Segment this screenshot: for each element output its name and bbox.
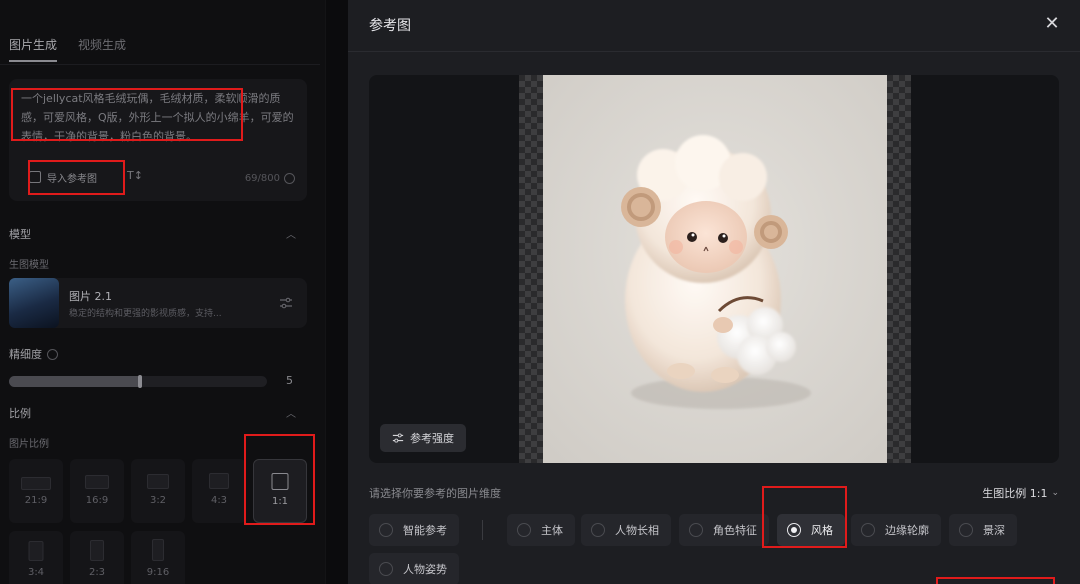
dimension-prompt: 请选择你要参考的图片维度 [369,487,501,500]
chevron-up-icon[interactable]: ︿ [286,226,296,241]
ratio-chevron-up-icon[interactable]: ︿ [286,405,296,420]
tab-divider [0,64,320,65]
model-thumbnail [9,278,59,328]
model-description: 稳定的结构和更强的影视质感，支持... [69,309,222,319]
option-label: 景深 [983,524,1005,537]
option-pose[interactable]: 人物姿势 [369,553,459,584]
model-name: 图片 2.1 [69,290,112,303]
text-format-icon[interactable]: T↕ [127,169,143,182]
ratio-label: 2:3 [88,567,106,578]
transparency-checker-left [519,75,543,463]
radio-icon [689,523,703,537]
model-card[interactable]: 图片 2.1 稳定的结构和更强的影视质感，支持... [9,278,307,328]
detail-slider[interactable] [9,375,267,388]
detail-value: 5 [286,374,293,387]
reference-image [543,75,887,463]
ratio-option-2-3[interactable]: 2:3 [70,531,124,584]
detail-label-row: 精细度 [9,346,58,362]
option-label: 智能参考 [403,524,447,537]
ratio-option-3-4[interactable]: 3:4 [9,531,63,584]
detail-label: 精细度 [9,348,42,361]
ratio-label: 9:16 [146,567,170,578]
tab-image-generation[interactable]: 图片生成 [9,36,57,53]
annotation-box-prompt [11,88,243,141]
panel-divider [325,0,326,584]
reference-strength-button[interactable]: 参考强度 [380,424,466,452]
ratio-label: 21:9 [24,495,48,506]
radio-icon [517,523,531,537]
ratio-option-9-16[interactable]: 9:16 [131,531,185,584]
option-label: 人物长相 [615,524,659,537]
annotation-box-import [28,160,125,195]
detail-info-icon[interactable] [47,348,58,360]
option-edge-outline[interactable]: 边缘轮廓 [851,514,941,546]
annotation-box-confirm [936,577,1055,584]
ratio-option-3-2[interactable]: 3:2 [131,459,185,523]
ratio-label: 3:2 [149,495,167,506]
annotation-box-ratio [244,434,315,525]
option-label: 边缘轮廓 [885,524,929,537]
ratio-shape [147,474,169,489]
option-face[interactable]: 人物长相 [581,514,671,546]
active-tab-underline [9,60,57,62]
radio-icon [379,523,393,537]
model-section-title: 模型 [9,228,31,241]
annotation-box-style [762,486,847,548]
radio-icon [861,523,875,537]
chevron-down-icon: ⌄ [1051,488,1059,498]
sliders-icon [392,433,404,443]
ratio-option-21-9[interactable]: 21:9 [9,459,63,523]
ratio-option-4-3[interactable]: 4:3 [192,459,246,523]
ratio-shape [90,540,104,561]
reference-strength-label: 参考强度 [410,432,454,445]
transparency-checker-right [887,75,911,463]
ratio-label: 3:4 [27,567,45,578]
option-subject[interactable]: 主体 [507,514,575,546]
detail-slider-fill [9,376,138,387]
ratio-section-title: 比例 [9,407,31,420]
detail-slider-handle[interactable] [138,375,142,388]
ratio-select[interactable]: 生图比例 1:1 ⌄ [982,485,1059,501]
option-label: 主体 [541,524,563,537]
char-counter-value: 69/800 [244,173,280,184]
ratio-shape [152,539,164,561]
ratio-shape [209,473,229,489]
settings-sliders-icon[interactable] [279,296,293,310]
ratio-shape [85,475,109,489]
model-sub-label: 生图模型 [9,260,49,271]
reference-preview: 参考强度 [369,75,1059,463]
ratio-select-value: 生图比例 1:1 [982,487,1048,500]
info-icon[interactable] [284,173,295,184]
ratio-option-16-9[interactable]: 16:9 [70,459,124,523]
option-character-features[interactable]: 角色特征 [679,514,769,546]
close-icon[interactable]: ✕ [1042,14,1062,34]
option-smart-reference[interactable]: 智能参考 [369,514,459,546]
ratio-shape [21,477,51,490]
ratio-sub-label: 图片比例 [9,439,49,450]
option-depth[interactable]: 景深 [949,514,1017,546]
modal-header: 参考图 ✕ [348,0,1080,52]
option-label: 角色特征 [713,524,757,537]
reference-image-modal: 参考图 ✕ 参考强度 请选择你要参考的图片维度 生图比例 1:1 ⌄ 智能参考 … [348,0,1080,584]
radio-icon [379,562,393,576]
radio-icon [591,523,605,537]
tab-video-generation[interactable]: 视频生成 [78,36,126,53]
option-label: 人物姿势 [403,563,447,576]
ratio-label: 4:3 [210,495,228,506]
options-divider [482,520,483,540]
ratio-shape [28,541,44,561]
radio-icon [959,523,973,537]
ratio-label: 16:9 [85,495,109,506]
char-counter: 69/800 [245,173,295,184]
modal-title: 参考图 [369,18,411,34]
